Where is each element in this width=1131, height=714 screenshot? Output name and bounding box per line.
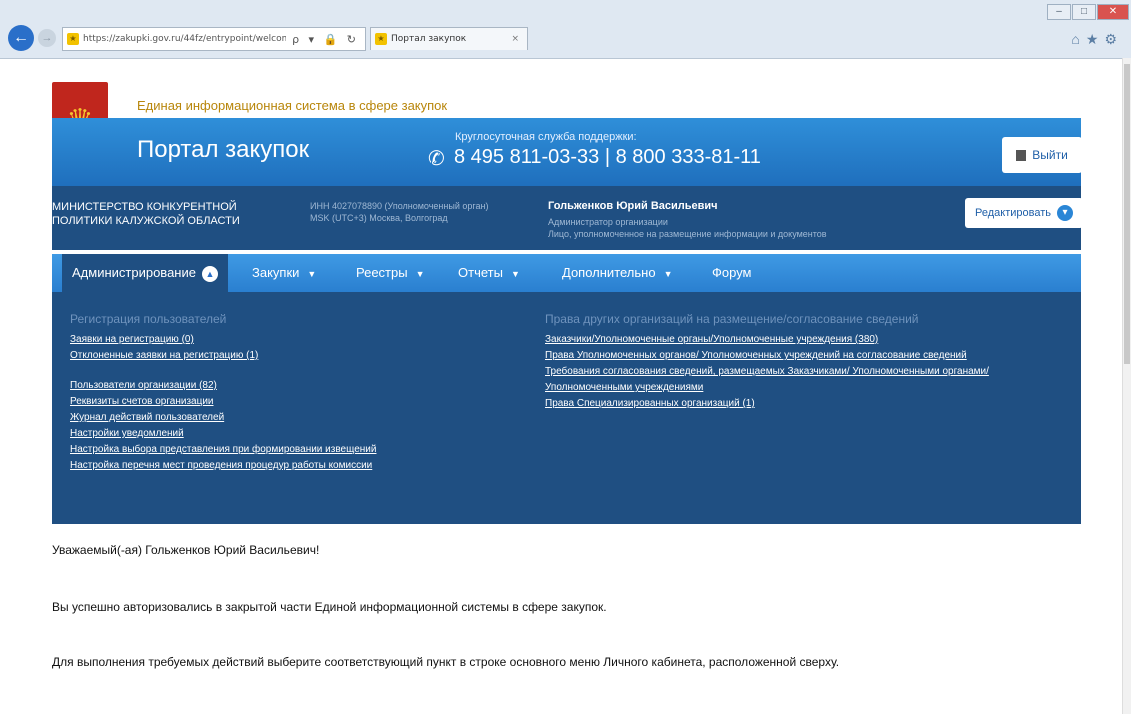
forward-arrow-icon[interactable]: → [38,29,56,47]
portal-title[interactable]: Портал закупок [137,136,309,164]
chevron-down-icon: ▾ [1057,205,1073,221]
tab-additional[interactable]: Дополнительно ▼ [562,254,673,292]
menu-link[interactable]: Требования согласования сведений, размещ… [545,364,989,380]
menu-link[interactable]: Уполномоченными учреждениями [545,380,989,396]
tab-reports-label: Отчеты [458,265,503,280]
menu-link[interactable]: Настройки уведомлений [70,426,376,442]
window-controls: – □ ✕ [1047,4,1129,20]
menu-link[interactable]: Заказчики/Уполномоченные органы/Уполномо… [545,332,989,348]
tab-forum-label: Форум [712,265,752,280]
organization-meta: ИНН 4027078890 (Уполномоченный орган) MS… [310,200,500,224]
phone-icon: ✆ [428,148,445,170]
site-favicon-icon: ★ [67,33,79,45]
organization-inn: ИНН 4027078890 (Уполномоченный орган) [310,201,489,211]
support-label: Круглосуточная служба поддержки: [455,131,637,143]
logout-button[interactable]: Выйти [1002,137,1082,173]
favorites-star-icon[interactable]: ★ [1086,31,1105,47]
system-name: Единая информационная система в сфере за… [137,98,448,113]
address-bar[interactable]: ★ https://zakupki.gov.ru/44fz/entrypoint… [62,27,366,51]
logout-label: Выйти [1032,148,1068,162]
greeting-text: Уважаемый(-ая) Гольженков Юрий Васильеви… [52,543,320,557]
dropdown-left-heading: Регистрация пользователей [70,312,227,326]
browser-tools: ⌂★⚙ [1071,31,1123,48]
maximize-icon[interactable]: □ [1072,4,1096,20]
menu-link[interactable]: Журнал действий пользователей [70,410,376,426]
edit-button[interactable]: Редактировать ▾ [965,198,1083,228]
tab-reports[interactable]: Отчеты ▼ [458,254,520,292]
organization-name: МИНИСТЕРСТВО КОНКУРЕНТНОЙ ПОЛИТИКИ КАЛУЖ… [52,201,240,227]
address-controls-icon[interactable]: ρ ▾ 🔒 ↻ [286,33,365,46]
tab-forum[interactable]: Форум [712,254,752,292]
menu-link[interactable]: Заявки на регистрацию (0) [70,332,376,348]
dropdown-left-column: Регистрация пользователей Заявки на реги… [70,312,376,474]
menu-link[interactable]: Отклоненные заявки на регистрацию (1) [70,348,376,364]
dropdown-right-column: Права других организаций на размещение/с… [545,312,989,412]
instruction-text: Для выполнения требуемых действий выбери… [52,655,840,669]
menu-link[interactable]: Права Уполномоченных органов/ Уполномоче… [545,348,989,364]
scrollbar-thumb[interactable] [1124,64,1130,364]
support-phones: 8 495 811-03-33 | 8 800 333-81-11 [454,146,761,168]
address-url[interactable]: https://zakupki.gov.ru/44fz/entrypoint/w… [83,34,286,44]
tab-close-icon[interactable]: × [511,34,519,44]
menu-link[interactable]: Пользователи организации (82) [70,378,376,394]
menu-link[interactable]: Настройка выбора представления при форми… [70,442,376,458]
browser-chrome: ← → ★ https://zakupki.gov.ru/44fz/entryp… [0,0,1131,59]
chevron-down-icon: ▼ [415,269,425,279]
settings-gear-icon[interactable]: ⚙ [1104,31,1123,47]
minimize-icon[interactable]: – [1047,4,1071,20]
dropdown-right-heading: Права других организаций на размещение/с… [545,312,919,326]
logout-icon [1016,149,1027,161]
user-roles: Администратор организации Лицо, уполномо… [548,216,827,240]
tab-administration-label: Администрирование [72,265,196,280]
administration-dropdown: Регистрация пользователей Заявки на реги… [52,292,1081,524]
home-icon[interactable]: ⌂ [1071,31,1085,47]
organization-bar: МИНИСТЕРСТВО КОНКУРЕНТНОЙ ПОЛИТИКИ КАЛУЖ… [52,186,1083,250]
browser-tab[interactable]: ★ Портал закупок × [370,27,528,50]
main-nav: Администрирование ▲ Закупки ▼ Реестры ▼ Отч… [52,254,1081,292]
tab-additional-label: Дополнительно [562,265,656,280]
chevron-up-icon: ▲ [201,265,218,282]
organization-timezone: MSK (UTC+3) Москва, Волгоград [310,213,448,223]
menu-link[interactable]: Реквизиты счетов организации [70,394,376,410]
tab-registries[interactable]: Реестры ▼ [356,254,425,292]
tab-title: Портал закупок [391,34,467,44]
success-text: Вы успешно авторизовались в закрытой час… [52,600,607,614]
user-name: Гольженков Юрий Васильевич [548,200,718,212]
user-role-secondary: Лицо, уполномоченное на размещение инфор… [548,229,827,239]
tab-favicon-icon: ★ [375,33,387,45]
menu-link[interactable]: Права Специализированных организаций (1) [545,396,989,412]
chevron-down-icon: ▼ [510,269,520,279]
back-arrow-icon[interactable]: ← [8,25,34,51]
menu-link[interactable]: Настройка перечня мест проведения процед… [70,458,376,474]
chevron-down-icon: ▼ [307,269,317,279]
close-window-icon[interactable]: ✕ [1097,4,1129,20]
user-role: Администратор организации [548,217,668,227]
tab-registries-label: Реестры [356,265,408,280]
page-scrollbar[interactable] [1122,58,1131,714]
portal-header: Портал закупок Круглосуточная служба под… [52,118,1082,186]
tab-administration[interactable]: Администрирование ▲ [62,254,228,292]
tab-purchases-label: Закупки [252,265,300,280]
chevron-down-icon: ▼ [663,269,673,279]
tab-purchases[interactable]: Закупки ▼ [252,254,316,292]
edit-label: Редактировать [975,207,1051,219]
